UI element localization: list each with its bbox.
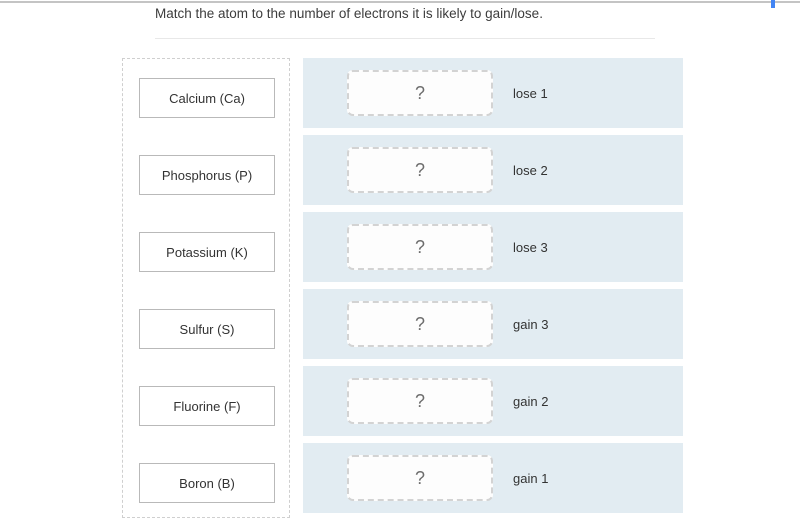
dropzone-row[interactable]: ? gain 1	[303, 443, 683, 513]
question-prompt: Match the atom to the number of electron…	[155, 6, 543, 21]
drop-slot-placeholder: ?	[414, 82, 425, 103]
drop-target-slot[interactable]: ?	[347, 455, 493, 501]
dropzone-label: lose 2	[513, 162, 548, 178]
dropzone-row[interactable]: ? gain 2	[303, 366, 683, 436]
atom-options-bank: Calcium (Ca) Phosphorus (P) Potassium (K…	[122, 58, 290, 518]
dropzone-row[interactable]: ? lose 1	[303, 58, 683, 128]
atom-card-label: Fluorine (F)	[173, 398, 241, 414]
question-divider	[155, 38, 655, 39]
drop-target-slot[interactable]: ?	[347, 147, 493, 193]
scrollbar-thumb[interactable]	[771, 0, 775, 8]
drop-target-slot[interactable]: ?	[347, 224, 493, 270]
drop-slot-placeholder: ?	[414, 236, 425, 257]
draggable-atom-card[interactable]: Sulfur (S)	[139, 309, 275, 349]
drop-target-slot[interactable]: ?	[347, 70, 493, 116]
dropzone-row[interactable]: ? gain 3	[303, 289, 683, 359]
dropzone-label: gain 2	[513, 393, 549, 409]
draggable-atom-card[interactable]: Phosphorus (P)	[139, 155, 275, 195]
drop-target-slot[interactable]: ?	[347, 378, 493, 424]
dropzone-row[interactable]: ? lose 3	[303, 212, 683, 282]
dropzone-row[interactable]: ? lose 2	[303, 135, 683, 205]
drop-slot-placeholder: ?	[414, 390, 425, 411]
drop-slot-placeholder: ?	[414, 159, 425, 180]
draggable-atom-card[interactable]: Potassium (K)	[139, 232, 275, 272]
scrollbar-rail[interactable]	[0, 1, 800, 3]
drop-slot-placeholder: ?	[414, 467, 425, 488]
dropzone-label: lose 1	[513, 85, 548, 101]
atom-card-label: Phosphorus (P)	[161, 167, 253, 183]
dropzone-label: lose 3	[513, 239, 548, 255]
drop-target-slot[interactable]: ?	[347, 301, 493, 347]
atom-card-label: Boron (B)	[179, 475, 235, 491]
draggable-atom-card[interactable]: Calcium (Ca)	[139, 78, 275, 118]
draggable-atom-card[interactable]: Fluorine (F)	[139, 386, 275, 426]
atom-card-label: Sulfur (S)	[179, 321, 235, 337]
drop-slot-placeholder: ?	[414, 313, 425, 334]
atom-card-label: Calcium (Ca)	[169, 90, 245, 106]
dropzone-label: gain 3	[513, 316, 549, 332]
dropzone-label: gain 1	[513, 470, 549, 486]
dropzone-list: ? lose 1 ? lose 2 ? lose 3 ? gain 3 ? ga…	[303, 58, 683, 518]
draggable-atom-card[interactable]: Boron (B)	[139, 463, 275, 503]
atom-card-label: Potassium (K)	[166, 244, 248, 260]
